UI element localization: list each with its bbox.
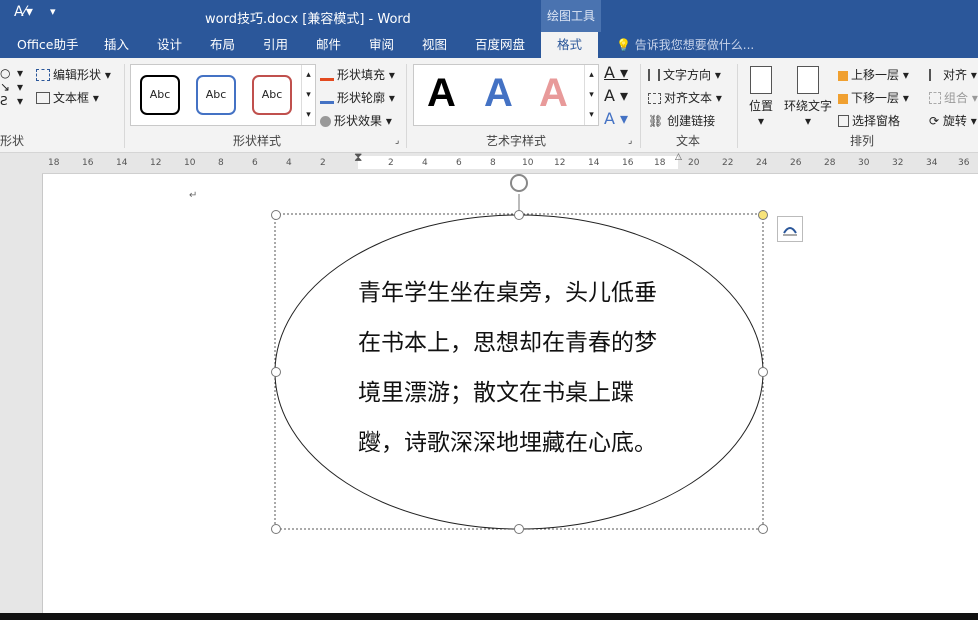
resize-handle[interactable] xyxy=(271,524,281,534)
shape-text[interactable]: 青年学生坐在桌旁，头儿低垂 在书本上，思想却在青春的梦 境里漂游；散文在书桌上蹀… xyxy=(358,268,688,468)
resize-handle[interactable] xyxy=(758,524,768,534)
text-line: 在书本上，思想却在青春的梦 xyxy=(358,330,657,356)
status-bar xyxy=(0,613,978,620)
rotate-handle-icon[interactable] xyxy=(510,174,528,192)
text-line: 躞，诗歌深深地埋藏在心底。 xyxy=(358,430,657,456)
text-line: 境里漂游；散文在书桌上蹀 xyxy=(358,380,634,406)
resize-handle[interactable] xyxy=(271,367,281,377)
layout-options-icon[interactable] xyxy=(777,216,803,242)
resize-handle[interactable] xyxy=(514,524,524,534)
resize-handle[interactable] xyxy=(758,367,768,377)
resize-handle[interactable] xyxy=(514,210,524,220)
adjust-handle[interactable] xyxy=(758,210,768,220)
text-line: 青年学生坐在桌旁，头儿低垂 xyxy=(358,280,657,306)
resize-handle[interactable] xyxy=(271,210,281,220)
